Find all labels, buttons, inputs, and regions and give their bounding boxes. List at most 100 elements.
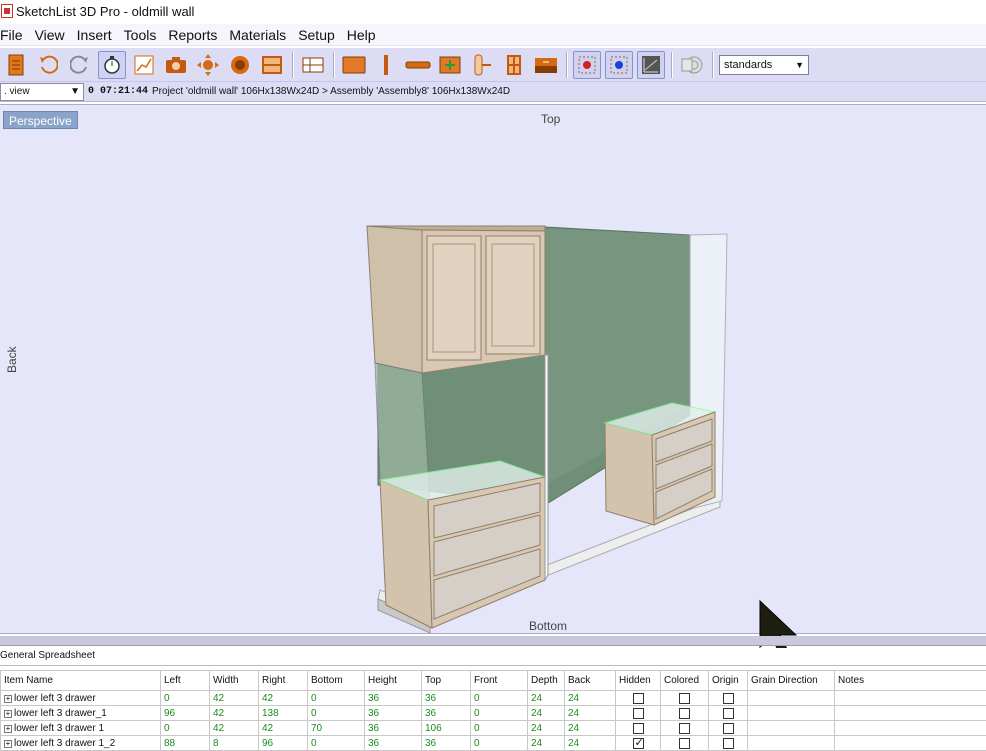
cell-front[interactable]: 0 xyxy=(471,691,528,706)
item-name-cell[interactable]: +lower left 3 drawer 1_2 xyxy=(1,736,161,751)
cell-height[interactable]: 36 xyxy=(365,736,422,751)
origin-checkbox[interactable] xyxy=(723,738,734,749)
col-hidden[interactable]: Hidden xyxy=(616,671,661,691)
colored-checkbox[interactable] xyxy=(679,693,690,704)
cell-bottom[interactable]: 70 xyxy=(308,721,365,736)
expand-icon[interactable]: + xyxy=(4,725,12,733)
cell-grain-direction[interactable] xyxy=(748,736,835,751)
cell-left[interactable]: 0 xyxy=(161,721,210,736)
col-right[interactable]: Right xyxy=(259,671,308,691)
table-row[interactable]: +lower left 3 drawer 1_2888960363602424 xyxy=(1,736,986,751)
table-row[interactable]: +lower left 3 drawer 104242703610602424 xyxy=(1,721,986,736)
cell-right[interactable]: 42 xyxy=(259,721,308,736)
cell-back[interactable]: 24 xyxy=(565,691,616,706)
col-colored[interactable]: Colored xyxy=(661,671,709,691)
menu-materials[interactable]: Materials xyxy=(223,27,292,43)
cell-top[interactable]: 36 xyxy=(422,706,471,721)
cell-grain-direction[interactable] xyxy=(748,706,835,721)
3d-viewport[interactable]: Perspective Top Bottom Back xyxy=(0,104,986,634)
panel-icon[interactable] xyxy=(299,51,327,79)
roll-icon[interactable] xyxy=(678,51,706,79)
col-grain-direction[interactable]: Grain Direction xyxy=(748,671,835,691)
cell-notes[interactable] xyxy=(835,736,986,751)
col-notes[interactable]: Notes xyxy=(835,671,986,691)
cell-front[interactable]: 0 xyxy=(471,706,528,721)
pane-splitter[interactable] xyxy=(0,636,986,646)
hidden-checkbox[interactable] xyxy=(633,723,644,734)
col-front[interactable]: Front xyxy=(471,671,528,691)
item-name-cell[interactable]: +lower left 3 drawer_1 xyxy=(1,706,161,721)
cell-left[interactable]: 0 xyxy=(161,691,210,706)
cell-back[interactable]: 24 xyxy=(565,736,616,751)
cell-depth[interactable]: 24 xyxy=(528,736,565,751)
cell-notes[interactable] xyxy=(835,721,986,736)
item-name-cell[interactable]: +lower left 3 drawer 1 xyxy=(1,721,161,736)
cell-bottom[interactable]: 0 xyxy=(308,706,365,721)
colored-checkbox[interactable] xyxy=(679,708,690,719)
circle-icon[interactable] xyxy=(226,51,254,79)
cell-front[interactable]: 0 xyxy=(471,721,528,736)
board-plus-icon[interactable] xyxy=(436,51,464,79)
chart-icon[interactable] xyxy=(130,51,158,79)
item-name-cell[interactable]: +lower left 3 drawer xyxy=(1,691,161,706)
menu-file[interactable]: File xyxy=(0,27,29,43)
col-left[interactable]: Left xyxy=(161,671,210,691)
cell-width[interactable]: 42 xyxy=(210,691,259,706)
col-depth[interactable]: Depth xyxy=(528,671,565,691)
cell-height[interactable]: 36 xyxy=(365,721,422,736)
origin-checkbox[interactable] xyxy=(723,723,734,734)
hidden-checkbox[interactable] xyxy=(633,738,644,749)
hidden-checkbox[interactable] xyxy=(633,693,644,704)
redo-icon[interactable] xyxy=(66,51,94,79)
table-row[interactable]: +lower left 3 drawer_196421380363602424 xyxy=(1,706,986,721)
cell-right[interactable]: 138 xyxy=(259,706,308,721)
col-top[interactable]: Top xyxy=(422,671,471,691)
new-document-icon[interactable] xyxy=(2,51,30,79)
arrows-icon[interactable] xyxy=(194,51,222,79)
col-back[interactable]: Back xyxy=(565,671,616,691)
timer-icon[interactable] xyxy=(98,51,126,79)
board-icon[interactable] xyxy=(340,51,368,79)
cell-depth[interactable]: 24 xyxy=(528,706,565,721)
cell-height[interactable]: 36 xyxy=(365,706,422,721)
cell-width[interactable]: 42 xyxy=(210,721,259,736)
hidden-checkbox[interactable] xyxy=(633,708,644,719)
cell-back[interactable]: 24 xyxy=(565,706,616,721)
origin-checkbox[interactable] xyxy=(723,693,734,704)
menu-tools[interactable]: Tools xyxy=(118,27,163,43)
cell-height[interactable]: 36 xyxy=(365,691,422,706)
cell-depth[interactable]: 24 xyxy=(528,721,565,736)
cell-notes[interactable] xyxy=(835,691,986,706)
drawer-icon[interactable] xyxy=(532,51,560,79)
cell-grain-direction[interactable] xyxy=(748,691,835,706)
menu-help[interactable]: Help xyxy=(341,27,382,43)
cell-back[interactable]: 24 xyxy=(565,721,616,736)
col-origin[interactable]: Origin xyxy=(709,671,748,691)
cell-front[interactable]: 0 xyxy=(471,736,528,751)
menu-insert[interactable]: Insert xyxy=(71,27,118,43)
cell-bottom[interactable]: 0 xyxy=(308,736,365,751)
cell-notes[interactable] xyxy=(835,706,986,721)
select-blue-icon[interactable] xyxy=(605,51,633,79)
cell-right[interactable]: 42 xyxy=(259,691,308,706)
cell-top[interactable]: 106 xyxy=(422,721,471,736)
hardware-icon[interactable] xyxy=(468,51,496,79)
col-height[interactable]: Height xyxy=(365,671,422,691)
thin-board-icon[interactable] xyxy=(404,51,432,79)
table-row[interactable]: +lower left 3 drawer042420363602424 xyxy=(1,691,986,706)
col-bottom[interactable]: Bottom xyxy=(308,671,365,691)
origin-checkbox[interactable] xyxy=(723,708,734,719)
expand-icon[interactable]: + xyxy=(4,695,12,703)
standards-dropdown[interactable]: standards ▼ xyxy=(719,55,809,75)
colored-checkbox[interactable] xyxy=(679,723,690,734)
door-icon[interactable] xyxy=(500,51,528,79)
col-item-name[interactable]: Item Name xyxy=(1,671,161,691)
layout-icon[interactable] xyxy=(258,51,286,79)
view-dropdown[interactable]: . view ▼ xyxy=(0,83,84,101)
cell-right[interactable]: 96 xyxy=(259,736,308,751)
cell-width[interactable]: 42 xyxy=(210,706,259,721)
menu-view[interactable]: View xyxy=(29,27,71,43)
undo-icon[interactable] xyxy=(34,51,62,79)
stick-icon[interactable] xyxy=(372,51,400,79)
cell-top[interactable]: 36 xyxy=(422,736,471,751)
